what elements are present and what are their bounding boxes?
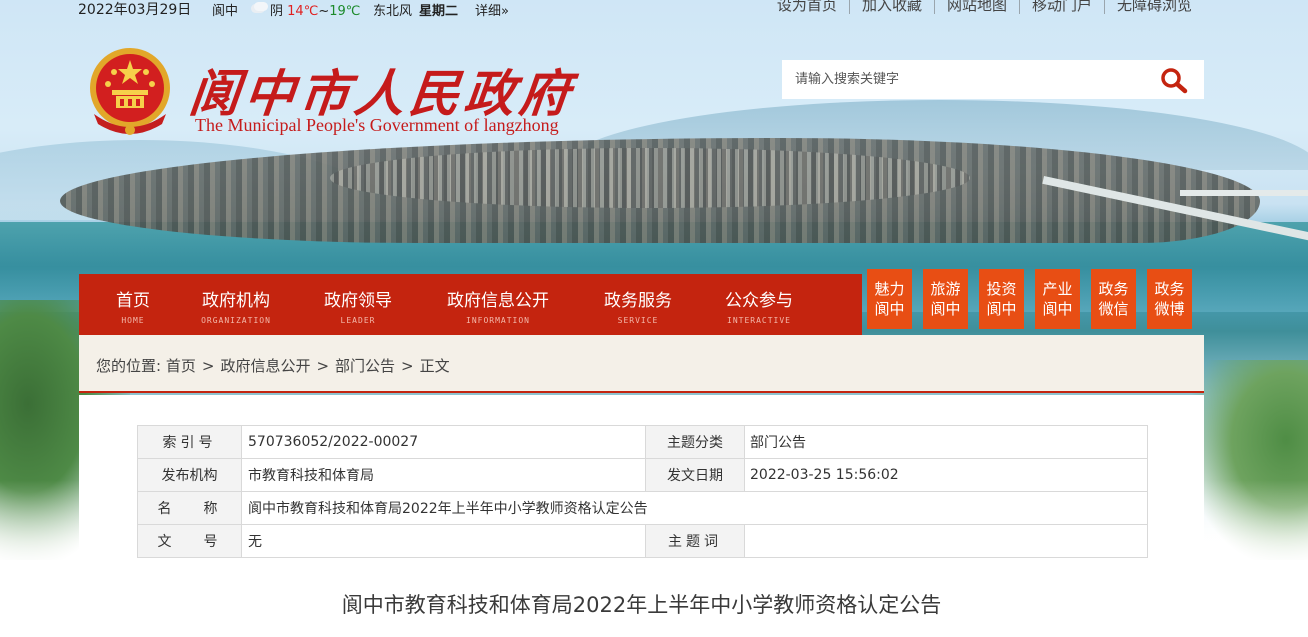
docno-label: 文号 [137,524,242,558]
bridge-far [1180,190,1308,196]
top-bar: 2022年03月29日 阆中 阴 14℃~19℃ 东北风 星期二 详细» 设为首… [0,0,1308,19]
quick-wechat-line2: 微信 [1098,300,1129,318]
quick-invest-line2: 阆中 [986,300,1017,318]
breadcrumb-trail: 您的位置: 首页 > 政府信息公开 > 部门公告 > 正文 [96,355,450,376]
index-label-text: 索引号 [162,435,217,451]
date-label: 发文日期 [645,458,745,492]
keywords-label-text: 主题词 [668,534,722,550]
nav-leader-sublabel: LEADER [340,316,376,325]
nav-organization-label: 政府机构 [202,291,270,311]
article-title: 阆中市教育科技和体育局2022年上半年中小学教师资格认定公告 [341,593,942,617]
docno-value: 无 [241,524,646,558]
quick-charm-line2: 阆中 [874,300,905,318]
keywords-value [744,524,1148,558]
site-title-english: The Municipal People's Government of lan… [195,115,559,135]
breadcrumb-separator: > [401,357,414,375]
quick-travel-line2: 阆中 [930,300,961,318]
cloud-icon [254,2,268,11]
set-homepage-link[interactable]: 设为首页 [765,0,849,14]
quick-gov-wechat[interactable]: 政务 微信 [1091,269,1136,329]
quick-industry-line2: 阆中 [1042,300,1073,318]
table-row: 发布机构 市教育科技和体育局 发文日期 2022-03-25 15:56:02 [137,458,1148,492]
nav-organization[interactable]: 政府机构 ORGANIZATION [191,274,281,335]
quick-industry-line1: 产业 [1042,280,1073,298]
weather-detail-link[interactable]: 详细» [475,0,509,19]
nav-service-sublabel: SERVICE [617,316,659,325]
quick-weibo-line1: 政务 [1154,280,1185,298]
nav-information-sublabel: INFORMATION [466,316,530,325]
sitemap-link[interactable]: 网站地图 [933,0,1019,14]
quick-gov-weibo[interactable]: 政务 微博 [1147,269,1192,329]
nav-home-sublabel: HOME [121,316,145,325]
quick-charm-langzhong[interactable]: 魅力 阆中 [867,269,912,329]
index-label: 索引号 [137,425,242,459]
nav-interactive[interactable]: 公众参与 INTERACTIVE [713,274,805,335]
table-row: 名称 阆中市教育科技和体育局2022年上半年中小学教师资格认定公告 [137,491,1148,525]
weekday: 星期二 [419,4,459,19]
publisher-label: 发布机构 [137,458,242,492]
quick-travel-langzhong[interactable]: 旅游 阆中 [923,269,968,329]
mobile-portal-link[interactable]: 移动门户 [1018,0,1104,14]
breadcrumb-prefix: 您的位置: [96,357,162,375]
breadcrumb-separator: > [316,357,330,375]
temp-separator: ~ [318,4,330,19]
date-value: 2022-03-25 15:56:02 [744,458,1148,492]
city-highlights [330,148,970,208]
national-emblem-icon[interactable] [84,44,176,140]
temp-high: 14℃ [287,4,319,19]
topic-label: 主题分类 [645,425,745,459]
quick-weibo-line2: 微博 [1154,300,1185,318]
nav-interactive-label: 公众参与 [725,291,793,311]
nav-home[interactable]: 首页 HOME [99,274,167,335]
nav-service-label: 政务服务 [604,291,672,311]
temp-low: 19℃ [329,4,361,19]
breadcrumb-info-public[interactable]: 政府信息公开 [220,357,310,375]
location: 阆中 [212,4,239,19]
name-label: 名称 [137,491,242,525]
breadcrumb-home[interactable]: 首页 [166,357,196,375]
weather: 阴 14℃~19℃ [270,0,360,19]
quick-invest-line1: 投资 [986,280,1017,298]
nav-organization-sublabel: ORGANIZATION [201,316,271,325]
search-box [782,60,1204,99]
quick-travel-line1: 旅游 [930,280,961,298]
nav-leader-label: 政府领导 [324,291,392,311]
breadcrumb-current: 正文 [419,357,450,375]
nav-interactive-sublabel: INTERACTIVE [727,316,791,325]
topic-value: 部门公告 [744,425,1148,459]
wind: 东北风 [373,4,413,19]
keywords-label: 主题词 [645,524,745,558]
name-value: 阆中市教育科技和体育局2022年上半年中小学教师资格认定公告 [241,491,1148,525]
quick-industry-langzhong[interactable]: 产业 阆中 [1035,269,1080,329]
index-value: 570736052/2022-00027 [241,425,646,459]
nav-leader[interactable]: 政府领导 LEADER [311,274,405,335]
current-date: 2022年03月29日 [78,2,192,18]
name-label-text: 名称 [157,501,250,517]
publisher-value: 市教育科技和体育局 [241,458,646,492]
quick-invest-langzhong[interactable]: 投资 阆中 [979,269,1024,329]
document-meta-table: 索引号 570736052/2022-00027 主题分类 部门公告 发布机构 … [137,425,1148,558]
table-row: 文号 无 主题词 [137,524,1148,558]
quick-wechat-line1: 政务 [1098,280,1129,298]
top-links: 设为首页 加入收藏 网站地图 移动门户 无障碍浏览 [765,0,1204,14]
nav-home-label: 首页 [116,291,150,311]
nav-service[interactable]: 政务服务 SERVICE [591,274,685,335]
quick-charm-line1: 魅力 [874,280,905,298]
breadcrumb-separator: > [201,357,215,375]
nav-information-label: 政府信息公开 [447,291,549,311]
breadcrumb: 您的位置: 首页 > 政府信息公开 > 部门公告 > 正文 [79,335,1204,393]
search-icon[interactable] [1158,66,1192,94]
search-input[interactable] [782,60,1155,99]
breadcrumb-dept-notice[interactable]: 部门公告 [335,357,395,375]
accessibility-link[interactable]: 无障碍浏览 [1103,0,1204,14]
nav-information[interactable]: 政府信息公开 INFORMATION [435,274,561,335]
main-nav: 首页 HOME 政府机构 ORGANIZATION 政府领导 LEADER 政府… [79,274,862,335]
add-favorite-link[interactable]: 加入收藏 [848,0,934,14]
docno-label-text: 文号 [157,534,250,550]
weather-desc: 阴 [270,4,284,19]
table-row: 索引号 570736052/2022-00027 主题分类 部门公告 [137,425,1148,459]
